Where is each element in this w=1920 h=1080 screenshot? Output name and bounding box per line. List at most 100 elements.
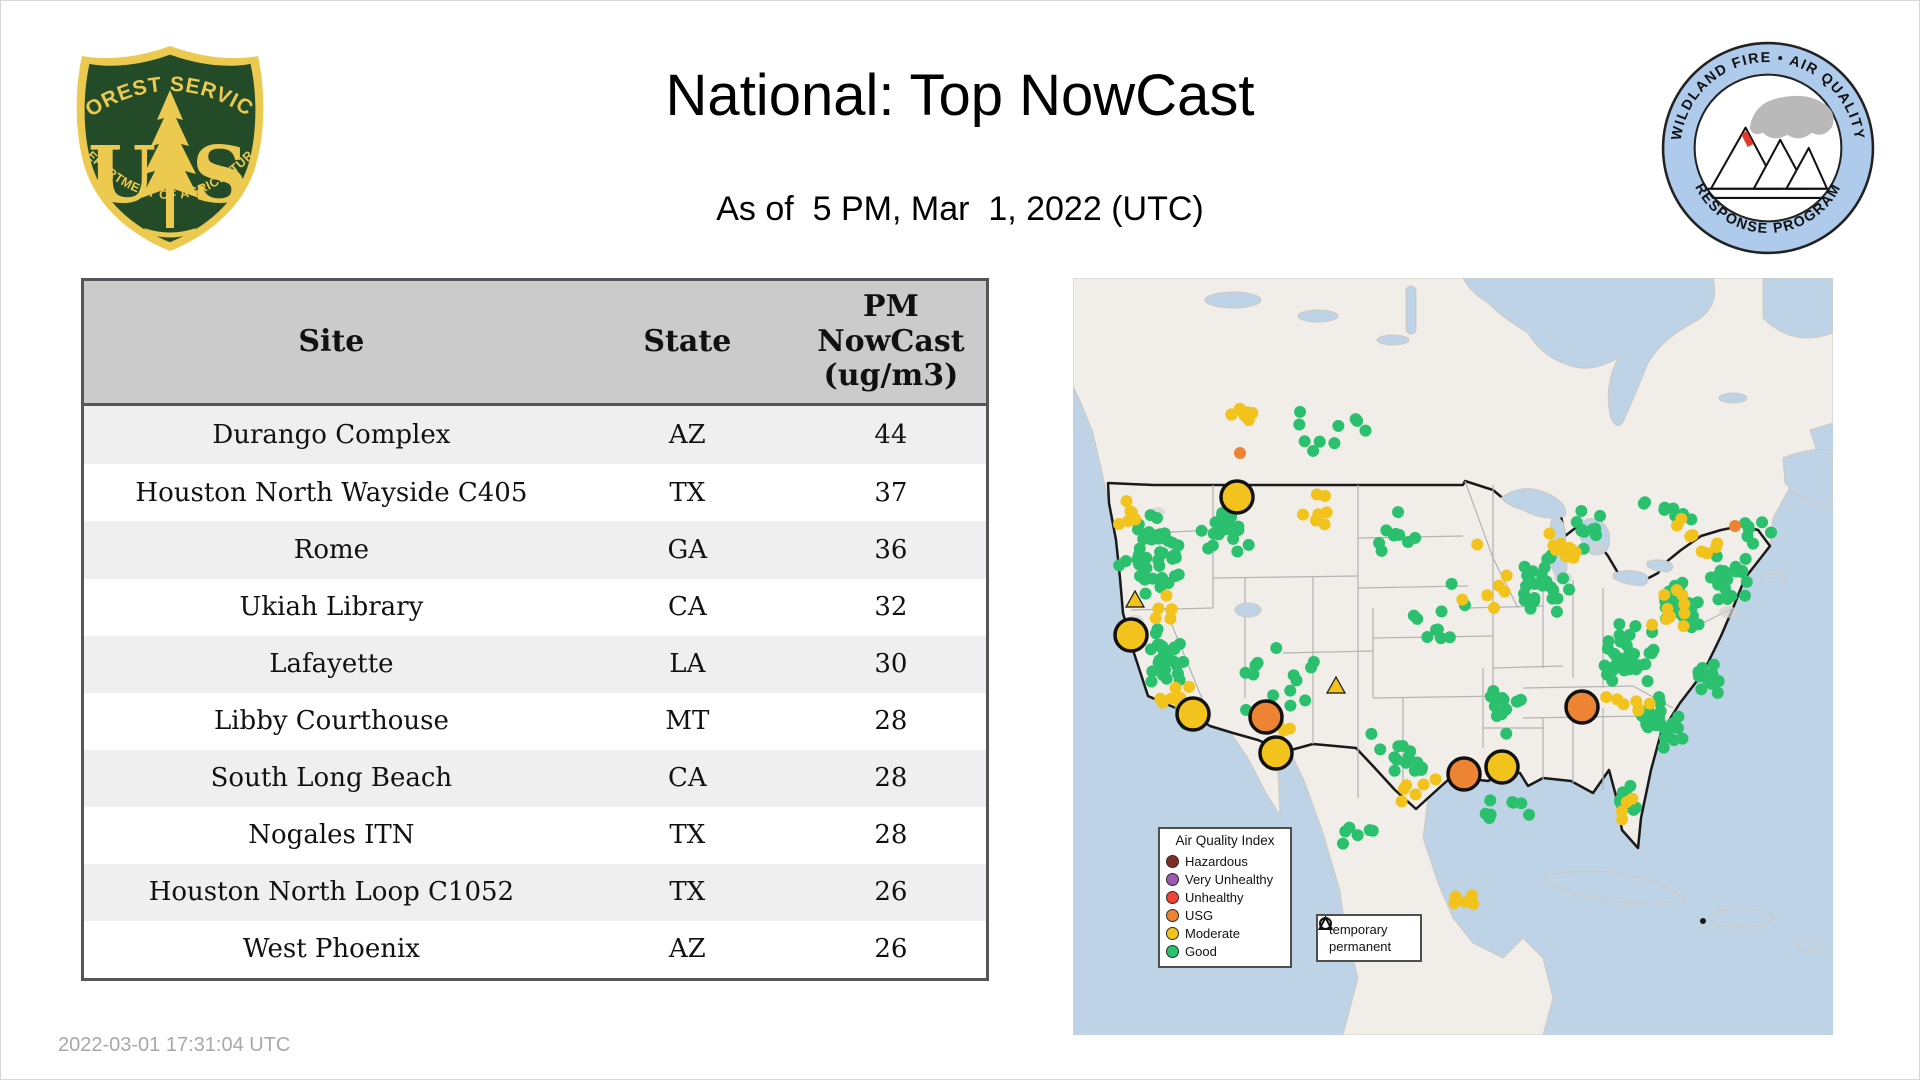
monitor-dot-moderate (1309, 514, 1322, 527)
cell-site: South Long Beach (84, 749, 579, 807)
monitor-dot-good (1712, 675, 1725, 688)
very_unhealthy-swatch-icon (1166, 872, 1179, 886)
monitor-dot-moderate (1646, 618, 1659, 631)
cell-value: 30 (795, 635, 986, 693)
monitor-dot-moderate (1695, 545, 1708, 558)
unhealthy-swatch-icon (1166, 890, 1179, 904)
monitor-dot-good (1168, 570, 1181, 583)
monitor-dot-good (1623, 647, 1636, 660)
monitor-dot-good (1736, 565, 1749, 578)
cell-state: TX (578, 464, 796, 522)
monitor-dot-good (1388, 751, 1401, 764)
cell-value: 28 (795, 806, 986, 864)
monitor-dot-good (1641, 675, 1654, 688)
monitor-dot-good (1563, 583, 1576, 596)
monitor-dot-moderate (1449, 893, 1462, 906)
moderate-swatch-icon (1166, 926, 1179, 940)
aqi-legend-item: Unhealthy (1166, 888, 1284, 906)
monitor-dot-good (1388, 764, 1401, 777)
monitor-dot-good (1521, 569, 1534, 582)
monitor-dot-moderate (1677, 620, 1690, 633)
monitor-dot-good (1415, 761, 1428, 774)
monitor-dot-good (1270, 642, 1283, 655)
col-pm-line: NowCast (817, 323, 965, 359)
monitor-dot-good (1173, 637, 1186, 650)
monitor-dot-moderate (1395, 795, 1408, 808)
small-island (1700, 918, 1706, 924)
cell-site: West Phoenix (84, 920, 579, 978)
aqi-legend-label: Moderate (1185, 925, 1240, 941)
cell-value: 26 (795, 863, 986, 921)
monitor-dot-good (1151, 623, 1164, 636)
cell-site: Houston North Loop C1052 (84, 863, 579, 921)
highlight-site-marker (1219, 479, 1255, 515)
monitor-dot-good (1520, 579, 1533, 592)
monitor-dot-good (1242, 538, 1255, 551)
cell-state: MT (578, 692, 796, 750)
cell-site: Nogales ITN (84, 806, 579, 864)
monitor-dot-good (1132, 523, 1145, 536)
letter-s: S (192, 130, 248, 221)
monitor-dot-good (1739, 552, 1752, 565)
monitor-dot-moderate (1617, 698, 1630, 711)
monitor-dot-moderate (1160, 589, 1173, 602)
monitor-dot-good (1483, 812, 1496, 825)
monitor-dot-good (1307, 444, 1320, 457)
highlight-site-marker (1446, 756, 1482, 792)
monitor-dot-moderate (1643, 697, 1656, 710)
monitor-dot-moderate (1487, 601, 1500, 614)
aqi-legend-label: Very Unhealthy (1185, 871, 1274, 887)
good-swatch-icon (1166, 944, 1179, 958)
cell-site: Libby Courthouse (84, 692, 579, 750)
aqi-legend-title: Air Quality Index (1175, 833, 1275, 848)
monitor-dot-moderate (1471, 538, 1484, 551)
monitor-dot-good (1307, 655, 1320, 668)
monitor-dot-good (1222, 523, 1235, 536)
marker-legend-label: temporary (1329, 922, 1388, 937)
monitor-dot-moderate (1154, 692, 1167, 705)
monitor-dot-usg (1234, 447, 1246, 459)
monitor-dot-good (1152, 554, 1165, 567)
cell-state: CA (578, 749, 796, 807)
monitor-dot-moderate (1632, 703, 1645, 716)
cell-state: TX (578, 806, 796, 864)
monitor-dot-moderate (1164, 692, 1177, 705)
monitor-dot-moderate (1670, 519, 1683, 532)
monitor-dot-good (1586, 523, 1599, 536)
monitor-dot-good (1387, 529, 1400, 542)
highlight-site-marker (1258, 735, 1294, 771)
marker-legend-item: permanent (1318, 916, 1414, 955)
page-title: National: Top NowCast (665, 63, 1255, 128)
monitor-dot-good (1667, 716, 1680, 729)
monitor-dot-good (1299, 694, 1312, 707)
monitor-dot-good (1645, 647, 1658, 660)
monitor-dot-good (1113, 559, 1126, 572)
monitor-dot-good (1510, 695, 1523, 708)
monitor-dot-moderate (1500, 569, 1513, 582)
monitor-dot-good (1523, 808, 1536, 821)
monitor-dot-moderate (1661, 602, 1674, 615)
monitor-dot-moderate (1481, 589, 1494, 602)
monitor-dot-good (1293, 418, 1306, 431)
cell-value: 32 (795, 578, 986, 636)
monitor-dot-moderate (1616, 813, 1629, 826)
table-row: Ukiah Library CA 32 (84, 578, 986, 636)
cell-site: Rome (84, 521, 579, 579)
monitor-dot-moderate (1686, 528, 1699, 541)
table-row: Nogales ITN TX 28 (84, 806, 986, 864)
monitor-dot-good (1293, 405, 1306, 418)
cell-value: 44 (795, 404, 986, 465)
monitor-dot-good (1396, 739, 1409, 752)
cell-value: 37 (795, 464, 986, 522)
monitor-dot-good (1496, 691, 1509, 704)
monitor-dot-good (1668, 734, 1681, 747)
monitor-dot-good (1741, 530, 1754, 543)
col-pm: PM NowCast (ug/m3) (795, 281, 986, 406)
monitor-dot-good (1756, 516, 1769, 529)
forest-service-logo-icon: FOREST SERVICE DEPARTMENT OF AGRICULTURE… (70, 40, 264, 251)
monitor-dot-good (1434, 632, 1447, 645)
monitor-dot-good (1411, 612, 1424, 625)
monitor-dot-moderate (1429, 773, 1442, 786)
aqi-legend-label: Unhealthy (1185, 889, 1244, 905)
cell-value: 28 (795, 692, 986, 750)
